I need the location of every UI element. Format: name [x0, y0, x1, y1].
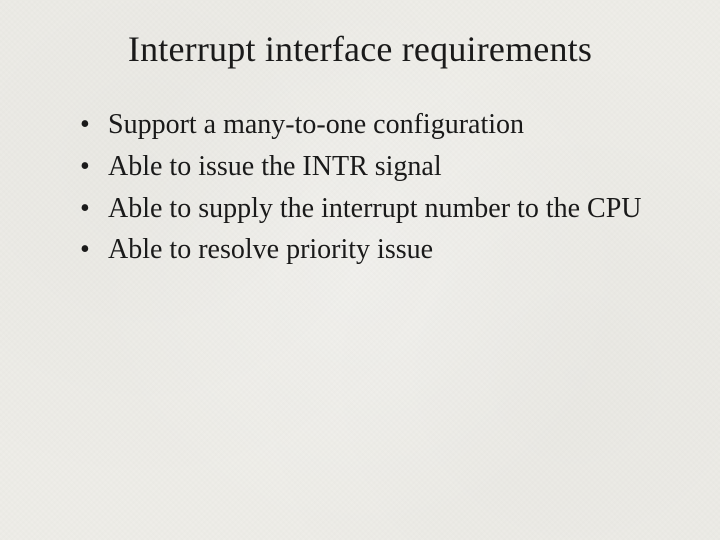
- list-item: Able to resolve priority issue: [80, 231, 660, 269]
- slide-title: Interrupt interface requirements: [60, 28, 660, 70]
- bullet-list: Support a many-to-one configuration Able…: [60, 106, 660, 269]
- list-item: Able to supply the interrupt number to t…: [80, 190, 660, 228]
- list-item: Able to issue the INTR signal: [80, 148, 660, 186]
- list-item: Support a many-to-one configuration: [80, 106, 660, 144]
- slide: Interrupt interface requirements Support…: [0, 0, 720, 540]
